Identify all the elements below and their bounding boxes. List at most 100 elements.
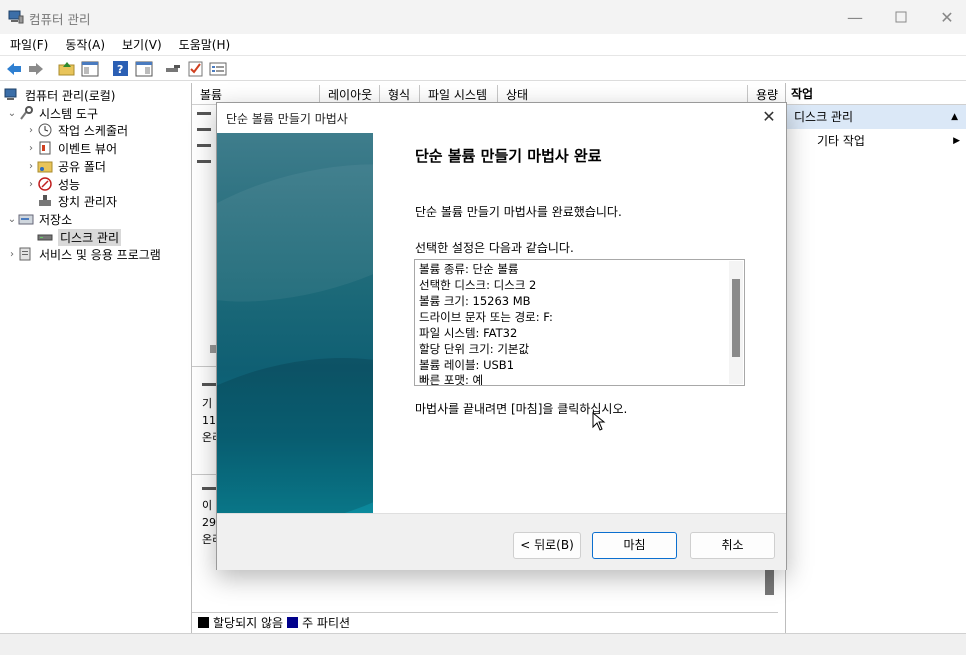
wizard-completed-text: 단순 볼륨 만들기 마법사를 완료했습니다. [415, 205, 622, 219]
computer-management-icon [8, 10, 24, 24]
chevron-down-icon[interactable]: ⌄ [6, 108, 18, 119]
tree-label: 장치 관리자 [58, 194, 118, 209]
forward-arrow-icon[interactable] [27, 60, 45, 78]
show-hide-tree-icon[interactable] [81, 60, 99, 78]
disk-icon [202, 383, 216, 386]
vertical-scrollbar-thumb[interactable] [765, 567, 774, 595]
tree-label: 시스템 도구 [39, 106, 99, 121]
clock-icon [37, 123, 53, 137]
summary-line: 파일 시스템: FAT32 [419, 326, 518, 340]
properties-icon[interactable] [209, 60, 227, 78]
chevron-right-icon[interactable]: › [25, 125, 37, 136]
scrollbar-thumb[interactable] [732, 279, 740, 357]
finish-button[interactable]: 마침 [592, 532, 677, 559]
action-more-actions[interactable]: 기타 작업 ▶ [786, 129, 966, 153]
tree-item-root[interactable]: 컴퓨터 관리(로컬) [4, 86, 115, 104]
tree-label: 서비스 및 응용 프로그램 [39, 247, 161, 262]
summary-scrollbar[interactable] [729, 261, 743, 384]
disk-icon [202, 487, 216, 490]
disk-icon [37, 230, 53, 244]
tree-item-task-scheduler[interactable]: › 작업 스케줄러 [25, 121, 128, 139]
summary-line: 할당 단위 크기: 기본값 [419, 342, 530, 356]
summary-line: 볼륨 레이블: USB1 [419, 358, 515, 372]
submenu-arrow-icon: ▶ [953, 136, 960, 146]
wizard-heading: 단순 볼륨 만들기 마법사 완료 [415, 147, 602, 165]
action-group-disk-management[interactable]: 디스크 관리 ▲ [786, 105, 966, 129]
chevron-right-icon[interactable]: › [25, 143, 37, 154]
tree-label: 디스크 관리 [58, 228, 122, 246]
close-button[interactable]: ✕ [924, 0, 966, 34]
tree-item-storage[interactable]: ⌄ 저장소 [6, 210, 72, 228]
event-log-icon [37, 141, 53, 155]
up-folder-icon[interactable] [58, 60, 76, 78]
minimize-button[interactable]: — [832, 0, 878, 34]
menu-bar: 파일(F) 동작(A) 보기(V) 도움말(H) [0, 34, 966, 54]
legend-primary: 주 파티션 [302, 616, 351, 630]
tools-icon [18, 106, 34, 120]
action-label: 기타 작업 [817, 134, 865, 148]
services-icon [18, 247, 34, 261]
tree-label: 이벤트 뷰어 [58, 141, 118, 156]
tree-item-system-tools[interactable]: ⌄ 시스템 도구 [6, 104, 98, 122]
menu-view[interactable]: 보기(V) [112, 36, 169, 53]
tree-label: 저장소 [39, 212, 73, 227]
unallocated-swatch [198, 617, 209, 628]
settings-summary-box[interactable]: 볼륨 종류: 단순 볼륨 선택한 디스크: 디스크 2 볼륨 크기: 15263… [414, 259, 745, 386]
menu-action[interactable]: 동작(A) [55, 36, 112, 53]
action-group-label: 디스크 관리 [794, 110, 854, 124]
menu-file[interactable]: 파일(F) [0, 36, 55, 53]
tree-item-device-manager[interactable]: 장치 관리자 [37, 192, 117, 210]
chevron-down-icon[interactable]: ⌄ [6, 214, 18, 225]
tree-item-services[interactable]: › 서비스 및 응용 프로그램 [6, 245, 161, 263]
primary-partition-swatch [287, 617, 299, 628]
wizard-title: 단순 볼륨 만들기 마법사 [226, 112, 348, 126]
wizard-side-banner [217, 133, 373, 513]
svg-text:?: ? [117, 63, 123, 76]
tree-item-disk-management[interactable]: 디스크 관리 [37, 228, 122, 246]
connect-icon[interactable] [164, 60, 182, 78]
summary-line: 볼륨 크기: 15263 MB [419, 294, 531, 308]
show-hide-action-pane-icon[interactable] [135, 60, 153, 78]
back-arrow-icon[interactable] [5, 60, 23, 78]
help-icon[interactable]: ? [112, 60, 130, 78]
tree-label: 작업 스케줄러 [58, 123, 129, 138]
tree-label: 컴퓨터 관리(로컬) [25, 88, 116, 103]
summary-line: 드라이브 문자 또는 경로: F: [419, 310, 553, 324]
checklist-icon[interactable] [187, 60, 205, 78]
tree-label: 성능 [58, 177, 81, 192]
performance-icon [37, 177, 53, 191]
tree-item-event-viewer[interactable]: › 이벤트 뷰어 [25, 139, 117, 157]
collapse-up-icon[interactable]: ▲ [951, 105, 958, 129]
tree-item-performance[interactable]: › 성능 [25, 175, 80, 193]
summary-line: 선택한 디스크: 디스크 2 [419, 278, 537, 292]
mouse-cursor-icon [592, 411, 608, 432]
tree-label: 공유 폴더 [58, 159, 106, 174]
device-manager-icon [37, 194, 53, 208]
menu-help[interactable]: 도움말(H) [169, 36, 238, 53]
volume-row-icon [197, 160, 211, 163]
legend-unallocated: 할당되지 않음 [213, 616, 284, 630]
legend-bar: 할당되지 않음 주 파티션 [192, 612, 778, 632]
window-title: 컴퓨터 관리 [29, 12, 91, 27]
volume-row-icon [197, 144, 211, 147]
wizard-close-button[interactable]: ✕ [758, 106, 780, 128]
back-button[interactable]: < 뒤로(B) [513, 532, 581, 559]
chevron-right-icon[interactable]: › [25, 179, 37, 190]
cancel-button[interactable]: 취소 [690, 532, 775, 559]
computer-management-icon [4, 88, 20, 102]
chevron-right-icon[interactable]: › [25, 161, 37, 172]
storage-icon [18, 212, 34, 226]
tree-item-shared-folders[interactable]: › 공유 폴더 [25, 157, 106, 175]
actions-pane: 작업 디스크 관리 ▲ 기타 작업 ▶ [785, 83, 966, 633]
wizard-content: 단순 볼륨 만들기 마법사 완료 단순 볼륨 만들기 마법사를 완료했습니다. … [373, 133, 786, 513]
maximize-button[interactable] [878, 0, 924, 34]
volume-row-icon [197, 128, 211, 131]
summary-line: 볼륨 종류: 단순 볼륨 [419, 262, 519, 276]
volume-row-icon [197, 112, 211, 115]
wizard-titlebar: 단순 볼륨 만들기 마법사 ✕ [217, 103, 786, 133]
chevron-right-icon[interactable]: › [6, 249, 18, 260]
shared-folder-icon [37, 159, 53, 173]
status-bar [0, 633, 966, 655]
wizard-settings-label: 선택한 설정은 다음과 같습니다. [415, 241, 574, 255]
actions-header: 작업 [786, 83, 966, 105]
